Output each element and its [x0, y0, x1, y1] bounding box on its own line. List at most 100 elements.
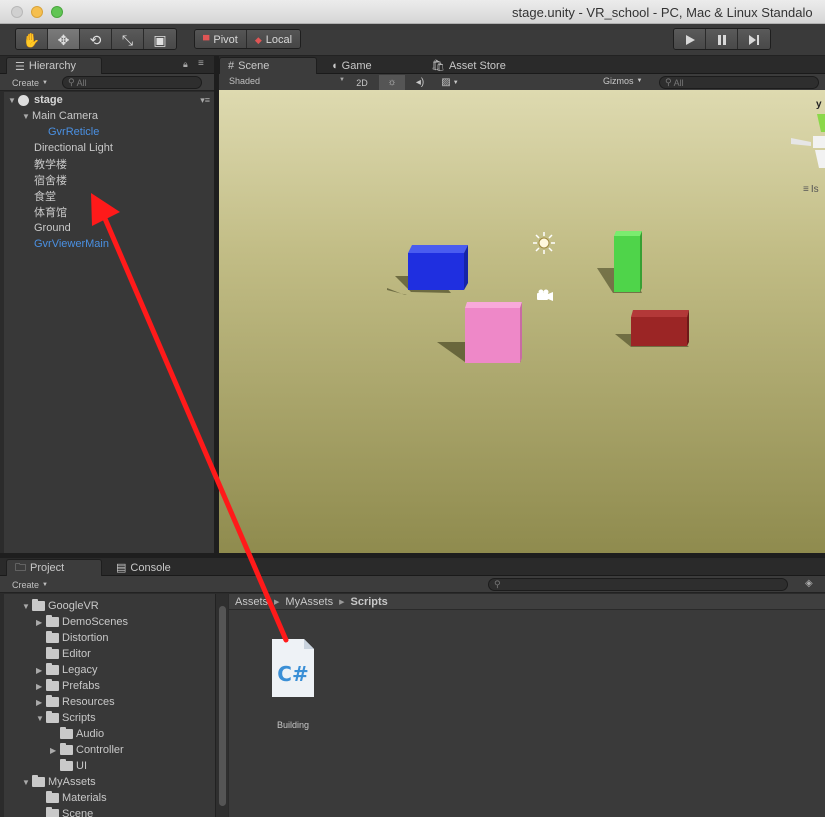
hand-tool-button[interactable]: ✋	[16, 29, 48, 49]
expand-arrow-icon[interactable]: ▼	[22, 112, 32, 121]
list-item[interactable]: ▶ Controller	[50, 742, 124, 758]
hierarchy-search-input[interactable]: ⚲ All	[62, 76, 202, 89]
tab-asset-store[interactable]: 🛍︎ Asset Store	[423, 57, 514, 74]
list-item[interactable]: Directional Light	[34, 140, 113, 156]
effects-toggle[interactable]: ▨ ▼	[435, 75, 465, 90]
expand-arrow-icon[interactable]: ▼	[36, 714, 46, 723]
list-item[interactable]: Audio	[60, 726, 104, 742]
project-tree-scrollbar[interactable]	[215, 594, 228, 817]
move-tool-button[interactable]: ✥	[48, 29, 80, 49]
list-item[interactable]: ▼ Main Camera	[22, 108, 98, 124]
expand-arrow-icon[interactable]: ▼	[8, 96, 18, 105]
close-window-button[interactable]	[11, 6, 23, 18]
scene-menu-icon[interactable]: ▾≡	[200, 95, 210, 106]
directional-light-gizmo[interactable]	[533, 232, 555, 254]
tab-project[interactable]: 🗀︎ Project	[6, 559, 102, 576]
expand-arrow-icon[interactable]: ▶	[36, 666, 46, 675]
tab-console[interactable]: ▤ Console	[108, 559, 179, 576]
project-search-input[interactable]: ⚲	[488, 578, 788, 591]
item-label: Legacy	[62, 664, 98, 676]
item-label: Audio	[76, 728, 105, 740]
list-item[interactable]: UI	[60, 758, 87, 774]
scene-viewport[interactable]: y ≡ Is	[219, 90, 825, 553]
rotate-tool-button[interactable]: ⟲	[80, 29, 112, 49]
breadcrumb-item[interactable]: MyAssets	[285, 596, 333, 608]
rect-tool-button[interactable]: ▣	[144, 29, 176, 49]
camera-gizmo[interactable]	[537, 289, 553, 302]
list-item[interactable]: Materials	[46, 790, 107, 806]
list-item[interactable]: ▼ MyAssets	[22, 774, 96, 790]
csharp-file-icon[interactable]: C#	[272, 639, 314, 697]
scrollbar-thumb[interactable]	[219, 606, 226, 806]
chevron-down-icon: ▼	[42, 79, 48, 86]
step-icon	[749, 35, 759, 45]
create-label: Create	[12, 77, 40, 88]
item-label: Editor	[62, 648, 91, 660]
gizmos-dropdown[interactable]: Gizmos ▼	[603, 76, 642, 86]
local-button[interactable]: ◆ Local	[246, 30, 301, 48]
list-item[interactable]: Editor	[46, 646, 91, 662]
pivot-button[interactable]: ▀ Pivot	[195, 30, 247, 48]
filter-icon[interactable]: ◈	[805, 578, 813, 589]
scene-root-row[interactable]: ▼ stage ▾≡	[8, 92, 214, 108]
expand-arrow-icon[interactable]: ▶	[36, 682, 46, 691]
list-item[interactable]: GvrReticle	[48, 124, 99, 140]
list-item[interactable]: Ground	[34, 220, 71, 236]
project-create-dropdown[interactable]: Create ▼	[7, 578, 53, 591]
search-icon: ⚲	[68, 77, 75, 87]
item-label: GvrReticle	[48, 126, 100, 138]
list-item[interactable]: ▼ GoogleVR	[22, 598, 99, 614]
tab-scene[interactable]: # Scene	[219, 57, 317, 74]
item-label: Directional Light	[34, 142, 113, 154]
list-item[interactable]: ▼ Scripts	[36, 710, 96, 726]
maximize-window-button[interactable]	[51, 6, 63, 18]
lock-icon[interactable]: 🔒︎	[183, 59, 188, 70]
list-item[interactable]: ▶ Legacy	[36, 662, 97, 678]
expand-arrow-icon[interactable]: ▶	[50, 746, 60, 755]
breadcrumb-item[interactable]: Assets	[235, 596, 268, 608]
item-label: DemoScenes	[62, 616, 129, 628]
breadcrumb: Assets ▶ MyAssets ▶ Scripts	[229, 594, 825, 610]
hierarchy-create-dropdown[interactable]: Create ▼	[7, 76, 53, 89]
list-item[interactable]: ▶ Resources	[36, 694, 115, 710]
axis-y-label: y	[816, 99, 822, 110]
green-cube[interactable]	[614, 231, 642, 292]
panel-menu-icon[interactable]: ≡	[198, 58, 204, 69]
2d-toggle[interactable]: 2D	[349, 75, 375, 90]
list-item[interactable]: Distortion	[46, 630, 108, 646]
lighting-toggle[interactable]: ☼	[379, 75, 405, 90]
expand-arrow-icon[interactable]: ▶	[36, 618, 46, 627]
step-button[interactable]	[738, 29, 770, 49]
scale-tool-button[interactable]: ⤡	[112, 29, 144, 49]
item-label: Controller	[76, 744, 124, 756]
projection-toggle[interactable]: ≡ Is	[803, 184, 819, 195]
expand-arrow-icon[interactable]: ▼	[22, 602, 32, 611]
list-item[interactable]: ▶ Prefabs	[36, 678, 100, 694]
window-title: stage.unity - VR_school - PC, Mac & Linu…	[512, 5, 813, 20]
play-button[interactable]	[674, 29, 706, 49]
orientation-gizmo[interactable]	[791, 114, 825, 168]
tab-game[interactable]: ◖ Game	[323, 57, 380, 74]
pivot-label: Pivot	[213, 34, 238, 46]
blue-cube[interactable]	[408, 245, 468, 290]
scene-search-input[interactable]: ⚲ All	[659, 76, 819, 89]
pause-button[interactable]	[706, 29, 738, 49]
tab-hierarchy[interactable]: ☰ Hierarchy	[6, 57, 102, 74]
breadcrumb-item[interactable]: Scripts	[350, 596, 387, 608]
expand-arrow-icon[interactable]: ▶	[36, 698, 46, 707]
audio-toggle[interactable]: ◂)	[407, 75, 433, 90]
list-item[interactable]: GvrViewerMain	[34, 236, 109, 252]
folder-icon	[46, 615, 59, 627]
list-item[interactable]: 宿舍楼	[34, 172, 67, 188]
shading-mode-dropdown[interactable]: Shaded	[229, 76, 260, 86]
chevron-down-icon: ▼	[42, 581, 48, 588]
list-item[interactable]: Scene	[46, 806, 93, 817]
expand-arrow-icon[interactable]: ▼	[22, 778, 32, 787]
minimize-window-button[interactable]	[31, 6, 43, 18]
pink-cube[interactable]	[465, 302, 522, 363]
red-cube[interactable]	[631, 310, 689, 346]
list-item[interactable]: 教学楼	[34, 156, 67, 172]
list-item[interactable]: 食堂	[34, 188, 56, 204]
list-item[interactable]: 体育馆	[34, 204, 67, 220]
list-item[interactable]: ▶ DemoScenes	[36, 614, 128, 630]
